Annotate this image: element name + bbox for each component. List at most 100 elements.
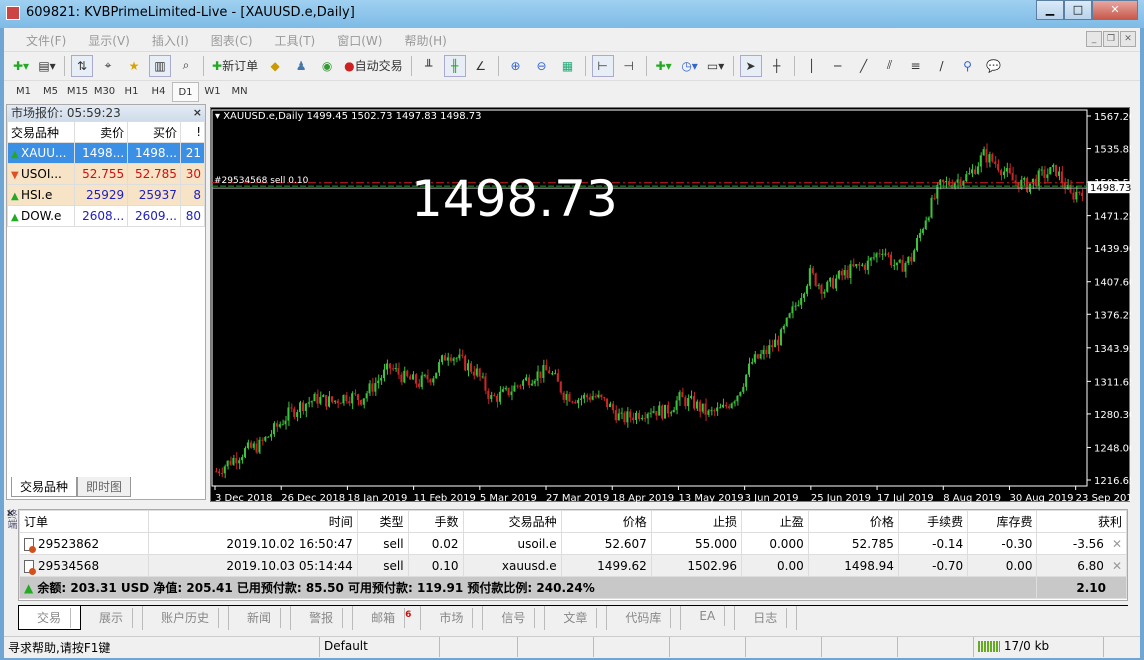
column-header[interactable]: 订单 bbox=[18, 510, 150, 533]
equidistant-channel-icon[interactable]: ⫽ bbox=[879, 55, 901, 77]
new-chart-icon[interactable]: ✚▾ bbox=[10, 55, 32, 77]
candle-body bbox=[953, 182, 956, 188]
close-icon[interactable]: × bbox=[193, 105, 202, 121]
quote-row[interactable]: ▲ XAUU... 1498... 1498... 21 bbox=[6, 142, 206, 164]
candle-body bbox=[918, 232, 921, 238]
terminal-tab[interactable]: 账户历史 bbox=[143, 606, 230, 630]
menu-item[interactable]: 帮助(H) bbox=[404, 32, 446, 49]
crosshair-icon[interactable]: ┼ bbox=[766, 55, 788, 77]
timeframe-mn[interactable]: MN bbox=[226, 82, 253, 102]
child-minimize-button[interactable]: _ bbox=[1086, 31, 1102, 47]
terminal-tab[interactable]: 展示 bbox=[81, 606, 144, 630]
terminal-icon[interactable]: ▥ bbox=[149, 54, 171, 77]
price-chart[interactable]: 1567.201535.851503.551471.251439.901407.… bbox=[210, 107, 1131, 503]
market-watch-tab[interactable]: 即时图 bbox=[77, 477, 132, 497]
close-order-icon[interactable]: ✕ bbox=[1112, 559, 1122, 573]
chat-icon[interactable]: 💬 bbox=[983, 55, 1005, 77]
close-order-icon[interactable]: ✕ bbox=[1112, 537, 1122, 551]
quote-row[interactable]: ▼ USOI... 52.755 52.785 30 bbox=[6, 163, 206, 185]
vertical-line-icon[interactable]: │ bbox=[801, 55, 823, 77]
terminal-tab[interactable]: EA bbox=[681, 606, 736, 630]
terminal-tab[interactable]: 代码库 bbox=[607, 606, 682, 630]
terminal-tab[interactable]: 警报 bbox=[291, 606, 354, 630]
auto-trading-button[interactable]: ● 自动交易 bbox=[342, 55, 405, 77]
menu-item[interactable]: 插入(I) bbox=[152, 32, 189, 49]
new-order-icon: ✚ bbox=[212, 58, 223, 73]
menu-item[interactable]: 窗口(W) bbox=[337, 32, 382, 49]
zoom-in-icon[interactable]: ⊕ bbox=[505, 55, 527, 77]
favorites-icon[interactable]: ★ bbox=[123, 55, 145, 77]
child-restore-button[interactable]: ❐ bbox=[1103, 31, 1119, 47]
column-header[interactable]: 手数 bbox=[407, 510, 464, 533]
signals-icon[interactable]: ◉ bbox=[316, 55, 338, 77]
close-button[interactable]: ✕ bbox=[1092, 0, 1138, 20]
column-header[interactable]: 手续费 bbox=[897, 510, 969, 533]
column-header[interactable]: 交易品种 bbox=[6, 121, 76, 143]
menu-item[interactable]: 显示(V) bbox=[88, 32, 130, 49]
terminal-tab[interactable]: 新闻 bbox=[229, 606, 292, 630]
timeframe-d1[interactable]: D1 bbox=[172, 81, 199, 102]
timeframe-m5[interactable]: M5 bbox=[37, 82, 64, 102]
column-header[interactable]: 获利 bbox=[1036, 510, 1127, 533]
timeframe-m1[interactable]: M1 bbox=[10, 82, 37, 102]
column-header[interactable]: 时间 bbox=[148, 510, 358, 533]
column-header[interactable]: 交易品种 bbox=[462, 510, 562, 533]
market-watch-tab[interactable]: 交易品种 bbox=[11, 477, 78, 497]
order-row[interactable]: 29534568 2019.10.03 05:14:44 sell 0.10 xauus… bbox=[18, 554, 1127, 577]
menu-item[interactable]: 工具(T) bbox=[275, 32, 316, 49]
quote-row[interactable]: ▲ DOW.e 2608... 2609... 80 bbox=[6, 205, 206, 227]
zoom-out-icon[interactable]: ⊖ bbox=[531, 55, 553, 77]
auto-scroll-icon[interactable]: ⊢ bbox=[591, 54, 614, 77]
order-cell: 1499.62 bbox=[560, 554, 652, 577]
templates-icon[interactable]: ▭▾ bbox=[705, 55, 727, 77]
timeframe-w1[interactable]: W1 bbox=[199, 82, 226, 102]
terminal-tab[interactable]: 日志 bbox=[735, 606, 798, 630]
column-header[interactable]: 止损 bbox=[650, 510, 743, 533]
column-header[interactable]: 买价 bbox=[127, 121, 181, 143]
column-header[interactable]: 止盈 bbox=[741, 510, 809, 533]
navigator-crosshair-icon[interactable]: ⌖ bbox=[97, 55, 119, 77]
bar-chart-icon[interactable]: ╨ bbox=[418, 55, 440, 77]
timeframe-h4[interactable]: H4 bbox=[145, 82, 172, 102]
menu-item[interactable]: 图表(C) bbox=[211, 32, 253, 49]
market-watch-icon[interactable]: ⇅ bbox=[71, 54, 93, 77]
timeframe-h1[interactable]: H1 bbox=[118, 82, 145, 102]
terminal-tab[interactable]: 文章 bbox=[545, 606, 608, 630]
tile-windows-icon[interactable]: ▦ bbox=[557, 55, 579, 77]
column-header[interactable]: 价格 bbox=[807, 510, 899, 533]
terminal-tab[interactable]: 市场 bbox=[421, 606, 484, 630]
cursor-icon[interactable]: ➤ bbox=[739, 54, 762, 77]
column-header[interactable]: 类型 bbox=[356, 510, 409, 533]
menu-item[interactable]: 文件(F) bbox=[26, 32, 66, 49]
child-close-button[interactable]: ✕ bbox=[1120, 31, 1136, 47]
order-row[interactable]: 29523862 2019.10.02 16:50:47 sell 0.02 usoil… bbox=[18, 532, 1127, 555]
metaeditor-icon[interactable]: ◆ bbox=[264, 55, 286, 77]
horizontal-line-icon[interactable]: ─ bbox=[827, 55, 849, 77]
chart-shift-icon[interactable]: ⊣ bbox=[618, 55, 640, 77]
terminal-tab[interactable]: 信号 bbox=[483, 606, 546, 630]
indicators-icon[interactable]: ✚▾ bbox=[653, 55, 675, 77]
tester-icon[interactable]: ⌕ bbox=[175, 55, 197, 77]
text-icon[interactable]: / bbox=[931, 55, 953, 77]
search-icon[interactable]: ⚲ bbox=[957, 55, 979, 77]
community-icon[interactable]: ♟ bbox=[290, 55, 312, 77]
line-chart-icon[interactable]: ∠ bbox=[470, 55, 492, 77]
profiles-icon[interactable]: ▤▾ bbox=[36, 55, 58, 77]
column-header[interactable]: 价格 bbox=[560, 510, 652, 533]
column-header[interactable]: 库存费 bbox=[967, 510, 1038, 533]
candlestick-icon[interactable]: ╫ bbox=[443, 54, 466, 77]
new-order-button[interactable]: ✚ 新订单 bbox=[210, 55, 260, 77]
terminal-tab[interactable]: 交易 bbox=[18, 606, 82, 630]
quote-row[interactable]: ▲ HSI.e 25929 25937 8 bbox=[6, 184, 206, 206]
trendline-icon[interactable]: ╱ bbox=[853, 55, 875, 77]
terminal-tab[interactable]: 邮箱 6 bbox=[353, 606, 422, 630]
timeframe-m30[interactable]: M30 bbox=[91, 82, 118, 102]
minimize-button[interactable]: ▁ bbox=[1036, 0, 1064, 20]
timeframe-m15[interactable]: M15 bbox=[64, 82, 91, 102]
periods-icon[interactable]: ◷▾ bbox=[679, 55, 701, 77]
fibonacci-icon[interactable]: ≡ bbox=[905, 55, 927, 77]
candle-body bbox=[765, 349, 768, 355]
maximize-button[interactable]: □ bbox=[1064, 0, 1092, 20]
column-header[interactable]: 卖价 bbox=[74, 121, 129, 143]
column-header[interactable]: ! bbox=[179, 121, 206, 143]
